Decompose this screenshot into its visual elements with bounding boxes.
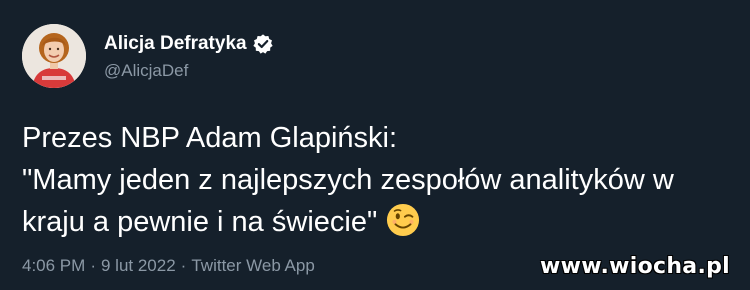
watermark: www.wiocha.pl bbox=[540, 254, 730, 279]
tweet-card: Alicja Defratyka @AlicjaDef Prezes NBP A… bbox=[0, 0, 750, 290]
tweet-meta: 4:06 PM · 9 lut 2022 · Twitter Web App bbox=[22, 256, 315, 276]
tweet-text: Prezes NBP Adam Glapiński: "Mamy jeden z… bbox=[22, 117, 732, 243]
author-display-name-row[interactable]: Alicja Defratyka bbox=[104, 33, 274, 55]
verified-badge-icon bbox=[252, 34, 273, 54]
tweet-text-line-2: "Mamy jeden z najlepszych zespołów anali… bbox=[22, 164, 674, 196]
winking-face-emoji-icon bbox=[387, 203, 420, 237]
tweet-date[interactable]: 9 lut 2022 bbox=[101, 256, 176, 275]
meta-separator: · bbox=[180, 256, 187, 275]
tweet-text-line-3-wrapper: kraju a pewnie i na świecie" bbox=[22, 201, 732, 243]
tweet-text-line-3: kraju a pewnie i na świecie" bbox=[22, 206, 378, 238]
avatar[interactable] bbox=[22, 24, 86, 88]
avatar-image bbox=[22, 24, 86, 88]
meta-separator: · bbox=[90, 256, 96, 275]
author-display-name[interactable]: Alicja Defratyka bbox=[104, 33, 247, 55]
tweet-text-line-1: Prezes NBP Adam Glapiński: bbox=[22, 122, 398, 154]
tweet-time[interactable]: 4:06 PM bbox=[22, 256, 85, 275]
tweet-source[interactable]: Twitter Web App bbox=[191, 256, 314, 275]
author-handle[interactable]: @AlicjaDef bbox=[104, 61, 188, 81]
